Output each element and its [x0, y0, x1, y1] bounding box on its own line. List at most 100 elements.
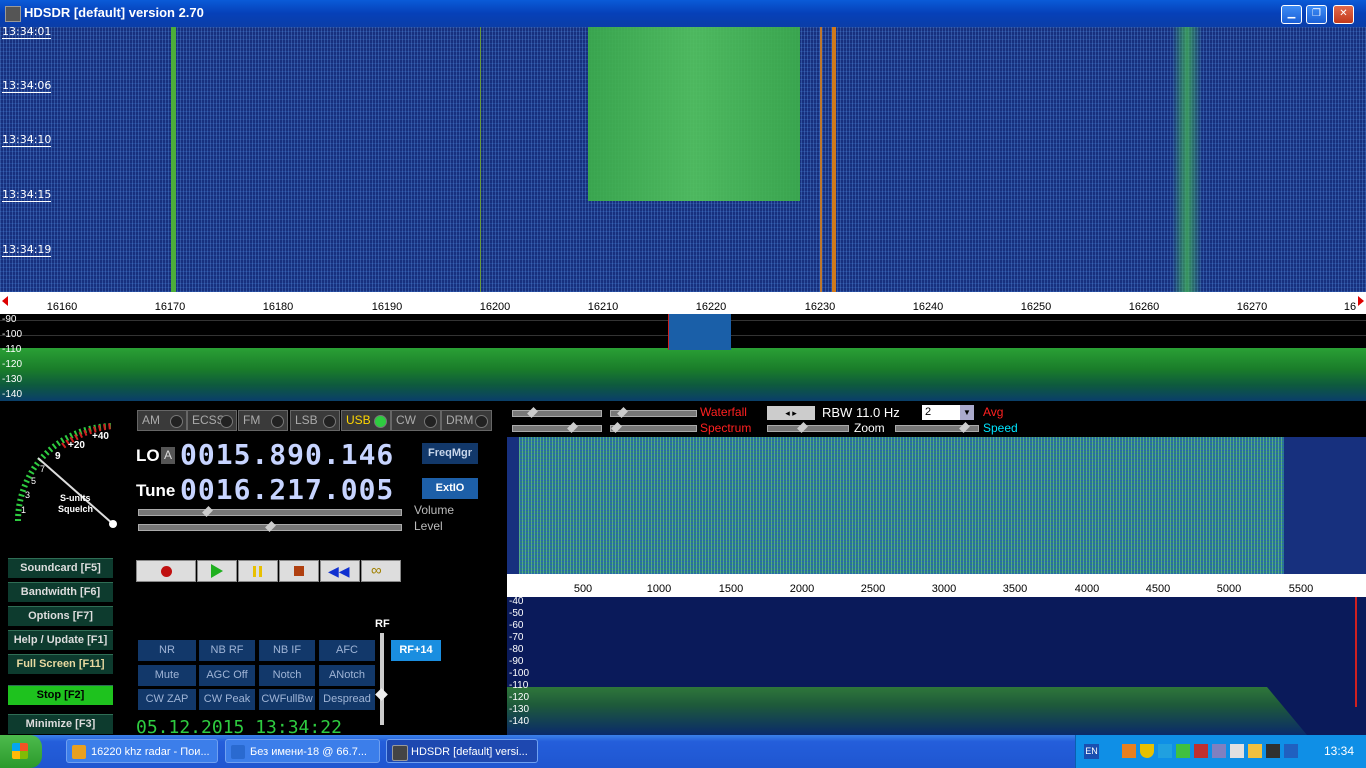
minimize-button[interactable]: Minimize [F3]: [8, 714, 113, 734]
smeter-label: 1: [21, 505, 27, 515]
rbw-display: RBW 11.0 Hz: [822, 405, 900, 420]
play-button[interactable]: [197, 560, 237, 582]
audio-db-label: -70: [509, 632, 524, 643]
volume-slider[interactable]: [138, 506, 402, 517]
main-spectrum[interactable]: -90 -100 -110 -120 -130 -140: [0, 314, 1366, 401]
tray-icon[interactable]: [1212, 744, 1226, 758]
nr-button[interactable]: NR: [138, 640, 196, 661]
mode-fm-button[interactable]: FM: [238, 410, 288, 431]
rewind-button[interactable]: ◀◀: [320, 560, 360, 582]
tray-icon[interactable]: [1158, 744, 1172, 758]
nb-if-button[interactable]: NB IF: [259, 640, 315, 661]
waterfall-stepper[interactable]: ◂ ▸: [767, 406, 815, 420]
clock[interactable]: 13:34: [1324, 744, 1354, 758]
help-update-button[interactable]: Help / Update [F1]: [8, 630, 113, 650]
avg-select[interactable]: 2 ▼: [922, 405, 974, 420]
mode-usb-button[interactable]: USB: [341, 410, 391, 431]
cw-peak-button[interactable]: CW Peak: [199, 689, 255, 710]
level-slider[interactable]: [138, 521, 402, 532]
slider-thumb[interactable]: [265, 521, 276, 532]
start-button[interactable]: [0, 735, 42, 768]
speed-slider[interactable]: [895, 422, 979, 433]
scroll-right-arrow-icon[interactable]: [1358, 296, 1364, 306]
tray-icon[interactable]: [1248, 744, 1262, 758]
mode-am-button[interactable]: AM: [137, 410, 187, 431]
tray-icon[interactable]: [1122, 744, 1136, 758]
slider-thumb[interactable]: [959, 422, 970, 433]
mode-ecss-button[interactable]: ECSS: [187, 410, 237, 431]
waterfall-contrast-slider[interactable]: [512, 407, 602, 418]
spectrum-brightness-slider[interactable]: [610, 422, 697, 433]
mode-drm-button[interactable]: DRM: [441, 410, 492, 431]
mode-led-icon: [475, 415, 488, 428]
mode-cw-button[interactable]: CW: [391, 410, 441, 431]
taskbar-item[interactable]: 16220 khz radar - Пои...: [66, 739, 218, 763]
rf-slider[interactable]: [375, 633, 388, 725]
anotch-button[interactable]: ANotch: [319, 665, 375, 686]
lo-badge[interactable]: A: [161, 447, 175, 464]
tune-frequency[interactable]: 0016.217.005: [180, 473, 394, 506]
level-label: Level: [414, 519, 443, 533]
close-window-button[interactable]: ✕: [1333, 5, 1354, 24]
chevron-down-icon[interactable]: ▼: [960, 405, 974, 420]
audio-tick-label: 5500: [1288, 583, 1314, 595]
soundcard-button[interactable]: Soundcard [F5]: [8, 558, 113, 578]
audio-waterfall[interactable]: [507, 437, 1366, 574]
cw-zap-button[interactable]: CW ZAP: [138, 689, 196, 710]
slider-thumb[interactable]: [527, 407, 538, 418]
freqmgr-button[interactable]: FreqMgr: [422, 443, 478, 464]
s-meter[interactable]: [8, 416, 128, 536]
minimize-window-button[interactable]: ▁: [1281, 5, 1302, 24]
pause-button[interactable]: [238, 560, 278, 582]
shield-icon[interactable]: [1140, 744, 1154, 758]
mode-lsb-button[interactable]: LSB: [290, 410, 340, 431]
slider-thumb[interactable]: [611, 422, 622, 433]
afc-button[interactable]: AFC: [319, 640, 375, 661]
options-button[interactable]: Options [F7]: [8, 606, 113, 626]
agc-off-button[interactable]: AGC Off: [199, 665, 255, 686]
scroll-left-arrow-icon[interactable]: [2, 296, 8, 306]
spectrum-contrast-slider[interactable]: [512, 422, 602, 433]
audio-controls: Waterfall ◂ ▸ RBW 11.0 Hz 2 ▼ Avg Spectru…: [507, 401, 1366, 437]
waterfall-brightness-slider[interactable]: [610, 407, 697, 418]
frequency-scale[interactable]: 16160 16170 16180 16190 16200 16210 1622…: [0, 292, 1366, 314]
zoom-slider[interactable]: [767, 422, 849, 433]
record-button[interactable]: [136, 560, 196, 582]
main-waterfall[interactable]: 13:34:01 13:34:06 13:34:10 13:34:15 13:3…: [0, 27, 1366, 292]
lo-frequency[interactable]: 0015.890.146: [180, 438, 394, 471]
bandwidth-button[interactable]: Bandwidth [F6]: [8, 582, 113, 602]
cw-fullbw-button[interactable]: CWFullBw: [259, 689, 315, 710]
taskbar-item[interactable]: Без имени-18 @ 66.7...: [225, 739, 380, 763]
volume-icon[interactable]: [1230, 744, 1244, 758]
stop-playback-button[interactable]: [279, 560, 319, 582]
nb-rf-button[interactable]: NB RF: [199, 640, 255, 661]
tray-icon[interactable]: [1284, 744, 1298, 758]
mode-led-icon: [374, 415, 387, 428]
network-icon[interactable]: [1176, 744, 1190, 758]
slider-thumb[interactable]: [202, 506, 213, 517]
audio-spectrum[interactable]: -40 -50 -60 -70 -80 -90 -100 -110 -120 -…: [507, 597, 1366, 735]
slider-thumb[interactable]: [617, 407, 628, 418]
filter-passband[interactable]: [668, 314, 731, 350]
extio-button[interactable]: ExtIO: [422, 478, 478, 499]
audio-tick-label: 4000: [1074, 583, 1100, 595]
slider-thumb[interactable]: [567, 422, 578, 433]
slider-thumb[interactable]: [797, 422, 808, 433]
stop-button[interactable]: Stop [F2]: [8, 685, 113, 705]
tray-icon[interactable]: [1266, 744, 1280, 758]
mute-button[interactable]: Mute: [138, 665, 196, 686]
loop-button[interactable]: ∞: [361, 560, 401, 582]
slider-thumb[interactable]: [375, 688, 388, 701]
title-bar[interactable]: HDSDR [default] version 2.70 ▁ ❐ ✕: [0, 0, 1366, 27]
audio-frequency-scale[interactable]: 500 1000 1500 2000 2500 3000 3500 4000 4…: [507, 574, 1366, 597]
full-screen-button[interactable]: Full Screen [F11]: [8, 654, 113, 674]
notch-button[interactable]: Notch: [259, 665, 315, 686]
taskbar-item[interactable]: HDSDR [default] versi...: [386, 739, 538, 763]
tray-icon[interactable]: [1194, 744, 1208, 758]
rf-gain-button[interactable]: RF+14: [391, 640, 441, 661]
language-indicator[interactable]: EN: [1084, 744, 1099, 759]
speed-label: Speed: [983, 421, 1018, 435]
despread-button[interactable]: Despread: [319, 689, 375, 710]
freq-tick-label: 16250: [1020, 301, 1052, 313]
restore-window-button[interactable]: ❐: [1306, 5, 1327, 24]
